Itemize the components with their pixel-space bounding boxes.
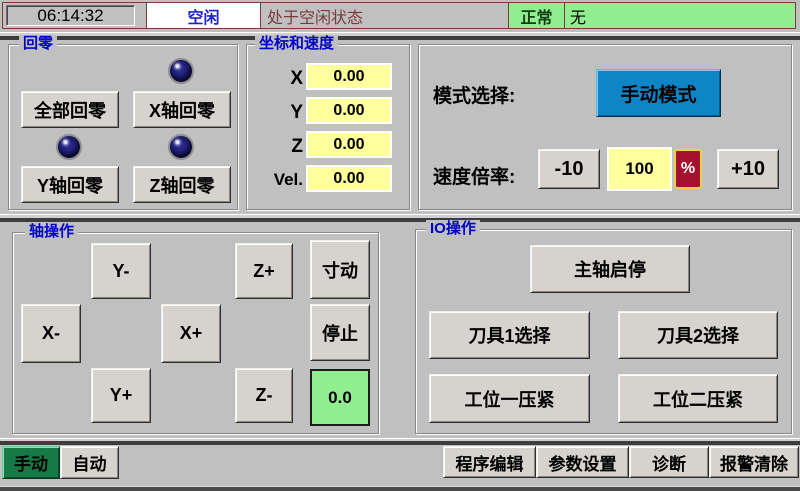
mode-panel: 模式选择: 手动模式 速度倍率: -10 100 % +10 (418, 44, 792, 210)
speed-override-label: 速度倍率: (433, 162, 515, 189)
mode-button[interactable]: 手动模式 (596, 69, 721, 117)
alarm-state-badge: 正常 (508, 3, 565, 28)
jog-step-value[interactable]: 0.0 (310, 369, 370, 426)
y-home-led-icon (56, 134, 82, 160)
home-x-button[interactable]: X轴回零 (133, 91, 231, 128)
jog-y-plus-button[interactable]: Y+ (91, 368, 151, 423)
jog-x-minus-button[interactable]: X- (21, 304, 81, 363)
program-edit-button[interactable]: 程序编辑 (443, 446, 536, 478)
status-message: 处于空闲状态 (262, 3, 508, 28)
home-all-button[interactable]: 全部回零 (21, 91, 119, 128)
clock-display: 06:14:32 (6, 5, 135, 26)
coords-panel-title: 坐标和速度 (255, 35, 338, 53)
percent-sign: % (674, 149, 702, 189)
divider-middle (0, 214, 800, 222)
tool1-select-button[interactable]: 刀具1选择 (429, 311, 590, 359)
axis-panel: 轴操作 Y- Z+ 寸动 X- X+ 停止 Y+ Z- 0.0 (12, 232, 379, 434)
jog-z-plus-button[interactable]: Z+ (235, 243, 293, 299)
home-panel-title: 回零 (19, 35, 57, 53)
y-position-display: 0.00 (306, 97, 392, 124)
y-axis-label: Y (269, 102, 303, 124)
station1-clamp-button[interactable]: 工位一压紧 (429, 374, 590, 423)
jog-x-plus-button[interactable]: X+ (161, 304, 221, 363)
velocity-label: Vel. (249, 170, 303, 190)
override-decrease-button[interactable]: -10 (538, 149, 600, 189)
hmi-screen: 06:14:32 空闲 处于空闲状态 正常 无 回零 全部回零 X轴回零 Y轴回… (0, 0, 800, 491)
param-setting-button[interactable]: 参数设置 (536, 446, 629, 478)
stop-button[interactable]: 停止 (310, 304, 370, 361)
x-position-display: 0.00 (306, 63, 392, 90)
override-increase-button[interactable]: +10 (717, 149, 779, 189)
bottom-edge (0, 486, 800, 491)
auto-mode-tab[interactable]: 自动 (60, 446, 119, 479)
alarm-message: 无 (565, 3, 795, 28)
jog-z-minus-button[interactable]: Z- (235, 368, 293, 423)
axis-panel-title: 轴操作 (25, 223, 78, 241)
spindle-toggle-button[interactable]: 主轴启停 (530, 245, 690, 293)
divider-top (0, 32, 800, 40)
x-home-led-icon (168, 58, 194, 84)
machine-state-badge: 空闲 (146, 3, 261, 28)
home-y-button[interactable]: Y轴回零 (21, 166, 119, 203)
z-home-led-icon (168, 134, 194, 160)
jog-y-minus-button[interactable]: Y- (91, 243, 151, 299)
mode-select-label: 模式选择: (433, 81, 515, 108)
alarm-clear-button[interactable]: 报警清除 (709, 446, 799, 478)
home-panel: 回零 全部回零 X轴回零 Y轴回零 Z轴回零 (8, 44, 238, 210)
x-axis-label: X (269, 68, 303, 90)
manual-mode-tab[interactable]: 手动 (2, 446, 60, 479)
z-position-display: 0.00 (306, 131, 392, 158)
z-axis-label: Z (269, 136, 303, 158)
coords-panel: 坐标和速度 X 0.00 Y 0.00 Z 0.00 Vel. 0.00 (246, 44, 410, 210)
status-bar: 06:14:32 空闲 处于空闲状态 正常 无 (2, 2, 796, 29)
velocity-display: 0.00 (306, 165, 392, 192)
override-value-display: 100 (607, 147, 672, 191)
diagnosis-button[interactable]: 诊断 (629, 446, 709, 478)
station2-clamp-button[interactable]: 工位二压紧 (618, 374, 778, 423)
home-z-button[interactable]: Z轴回零 (133, 166, 231, 203)
tool2-select-button[interactable]: 刀具2选择 (618, 311, 778, 359)
jog-mode-button[interactable]: 寸动 (310, 240, 370, 299)
divider-bottom (0, 438, 800, 445)
io-panel: IO操作 主轴启停 刀具1选择 刀具2选择 工位一压紧 工位二压紧 (415, 229, 792, 434)
io-panel-title: IO操作 (426, 220, 480, 238)
